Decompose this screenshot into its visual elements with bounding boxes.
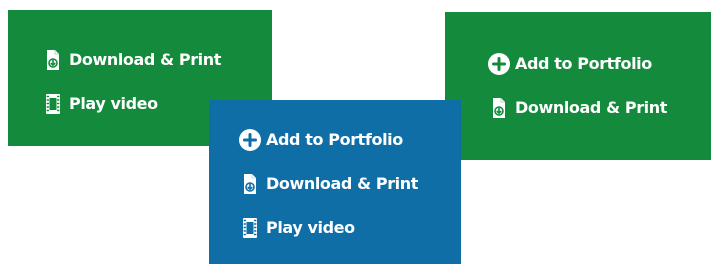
green-action-panel-right: Add to Portfolio Download & Print [445, 12, 711, 160]
download-print-button[interactable]: Download & Print [238, 170, 418, 198]
download-print-label: Download & Print [69, 50, 222, 69]
add-to-portfolio-button[interactable]: Add to Portfolio [238, 126, 403, 154]
screenshot-canvas: Download & Print Play video Add to Portf… [0, 0, 711, 264]
document-download-icon [487, 96, 511, 120]
play-video-button[interactable]: Play video [41, 90, 158, 118]
plus-circle-icon [487, 52, 511, 76]
document-download-icon [41, 48, 65, 72]
add-to-portfolio-label: Add to Portfolio [266, 130, 403, 149]
play-video-label: Play video [266, 218, 355, 237]
film-strip-icon [41, 92, 65, 116]
add-to-portfolio-label: Add to Portfolio [515, 54, 652, 73]
play-video-button[interactable]: Play video [238, 214, 355, 242]
download-print-button[interactable]: Download & Print [487, 94, 667, 122]
blue-action-panel-center: Add to Portfolio Download & Print Play v… [209, 100, 461, 264]
download-print-label: Download & Print [266, 174, 419, 193]
play-video-label: Play video [69, 94, 158, 113]
download-print-button[interactable]: Download & Print [41, 46, 221, 74]
download-print-label: Download & Print [515, 98, 668, 117]
film-strip-icon [238, 216, 262, 240]
add-to-portfolio-button[interactable]: Add to Portfolio [487, 50, 652, 78]
document-download-icon [238, 172, 262, 196]
plus-circle-icon [238, 128, 262, 152]
